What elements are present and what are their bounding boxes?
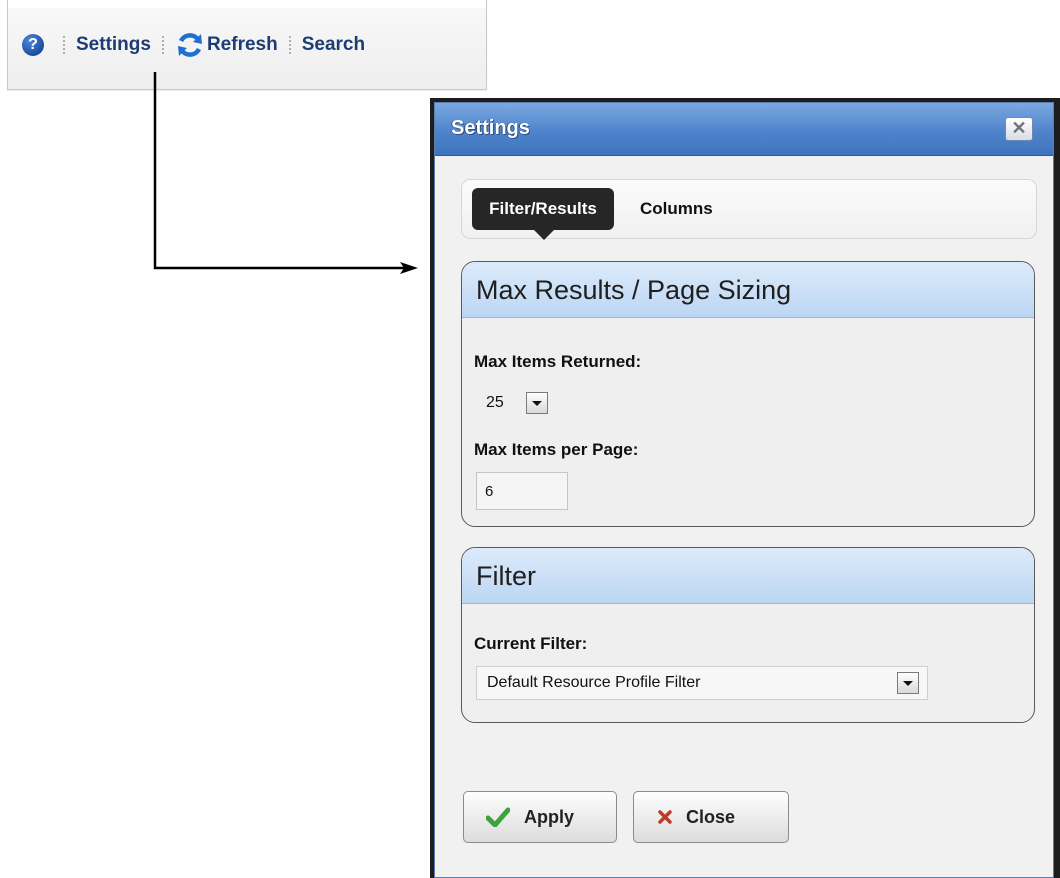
close-button-label: Close: [686, 806, 736, 827]
tab-bar: Filter/Results Columns: [461, 179, 1037, 240]
settings-button[interactable]: Settings: [76, 34, 151, 56]
tab-columns[interactable]: Columns: [640, 188, 713, 230]
current-filter-select[interactable]: Default Resource Profile Filter: [476, 666, 928, 700]
tab-filter-results[interactable]: Filter/Results: [472, 188, 614, 240]
dialog-title: Settings: [451, 117, 530, 139]
refresh-button-label: Refresh: [206, 33, 278, 55]
x-mark-icon: [658, 810, 672, 824]
help-icon[interactable]: ?: [22, 33, 44, 56]
refresh-button[interactable]: Refresh: [175, 30, 278, 60]
search-button-label: Search: [301, 33, 366, 55]
current-filter-label: Current Filter:: [474, 634, 588, 653]
search-button[interactable]: Search: [302, 34, 365, 56]
max-items-returned-value: 25: [486, 394, 504, 411]
chevron-down-icon[interactable]: [526, 392, 548, 414]
dialog-titlebar[interactable]: Settings ✕: [435, 103, 1053, 156]
max-items-returned-label: Max Items Returned:: [474, 352, 642, 371]
refresh-icon: [177, 32, 202, 57]
chevron-down-icon[interactable]: [897, 672, 919, 694]
apply-button[interactable]: Apply: [463, 791, 617, 843]
max-items-returned-select[interactable]: 25: [476, 388, 560, 418]
max-items-per-page-label: Max Items per Page:: [474, 440, 639, 459]
section-header: Max Results / Page Sizing: [462, 262, 1034, 318]
toolbar: ? Settings Refresh Search: [7, 0, 487, 90]
toolbar-separator: [62, 34, 66, 55]
apply-button-label: Apply: [524, 806, 575, 827]
close-icon[interactable]: ✕: [1005, 117, 1033, 141]
settings-button-label: Settings: [76, 33, 151, 55]
checkmark-icon: [486, 807, 510, 827]
max-items-per-page-input[interactable]: [476, 472, 568, 510]
toolbar-separator: [287, 34, 292, 55]
max-results-section: Max Results / Page Sizing Max Items Retu…: [461, 261, 1035, 527]
filter-section: Filter Current Filter: Default Resource …: [461, 547, 1035, 723]
close-button[interactable]: Close: [633, 791, 789, 843]
settings-dialog: Settings ✕ Filter/Results Columns Max Re…: [434, 102, 1054, 878]
current-filter-value: Default Resource Profile Filter: [487, 674, 701, 691]
section-header: Filter: [462, 548, 1034, 604]
toolbar-separator: [160, 34, 165, 55]
